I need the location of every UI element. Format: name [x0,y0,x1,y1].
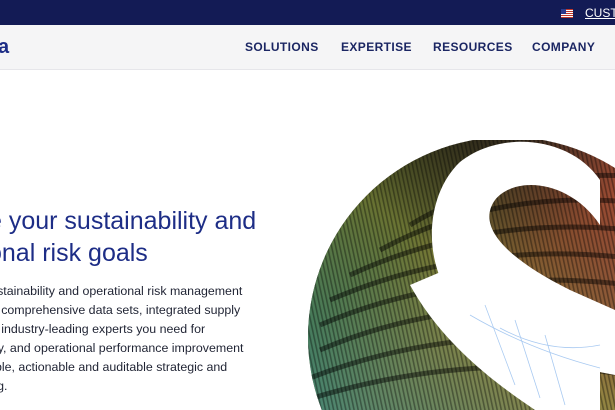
us-flag-icon[interactable] [561,9,573,18]
top-utility-bar: CUSTO [0,0,615,25]
hero-headline: e your sustainability and onal risk goal… [0,205,288,269]
hero-headline-line: onal risk goals [0,239,148,267]
hero-body-line: sustainability and operational risk mana… [0,284,243,298]
nav-expertise[interactable]: EXPERTISE [341,40,412,54]
nav-solutions[interactable]: SOLUTIONS [245,40,319,54]
hero-body-line: ting. [0,379,8,393]
main-navbar: a SOLUTIONS EXPERTISE RESOURCES COMPANY [0,25,615,70]
hero-image [300,140,615,410]
hero-body-line: m, comprehensive data sets, integrated s… [0,303,241,317]
hero-body-line: fety, and operational performance improv… [0,341,244,355]
hero-body-line: nd industry-leading experts you need for [0,322,206,336]
nav-resources[interactable]: RESOURCES [433,40,513,54]
nav-company[interactable]: COMPANY [532,40,595,54]
hero-body-text: sustainability and operational risk mana… [0,282,284,396]
hero-headline-line: e your sustainability and [0,207,257,235]
hero-body-line: rable, actionable and auditable strategi… [0,360,228,374]
brand-logo[interactable]: a [0,36,9,59]
customer-link[interactable]: CUSTO [585,6,615,20]
